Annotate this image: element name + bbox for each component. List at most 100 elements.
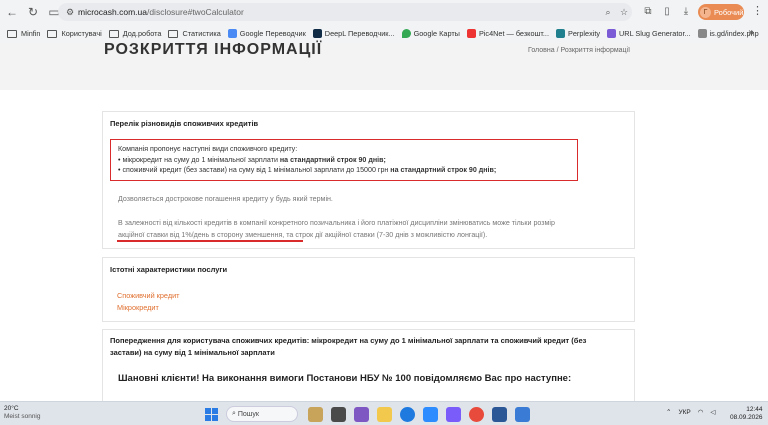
weather-widget[interactable]: 20°C Meist sonnig <box>4 405 41 421</box>
perplexity-icon <box>555 29 565 38</box>
isgd-icon <box>697 29 707 38</box>
bookmark-users[interactable]: Користувачі <box>47 29 102 38</box>
chrome-icon[interactable] <box>469 406 484 422</box>
word-icon[interactable] <box>492 406 507 422</box>
clock-time: 12:44 <box>746 406 763 413</box>
app-icon[interactable] <box>515 406 530 422</box>
credit-intro: Компанія пропонує наступні види споживчо… <box>118 145 298 153</box>
bookmark-perplexity[interactable]: Perplexity <box>555 29 601 38</box>
highlighted-credit-list: Компанія пропонує наступні види споживчо… <box>110 139 578 181</box>
clock-date: 08.09.2026 <box>730 414 763 421</box>
widget-icon[interactable] <box>308 406 323 422</box>
bookmark-url-slug[interactable]: URL Slug Generator... <box>607 29 691 38</box>
extensions-icon[interactable]: ⧉ <box>640 4 656 20</box>
browser-chrome: ← ↻ ▭ ⚙ microcash.com.ua/disclosure#twoC… <box>0 0 768 43</box>
weather-text: Meist sonnig <box>4 413 41 420</box>
profile-button[interactable]: Г Робочий <box>698 4 744 20</box>
copilot-icon[interactable] <box>354 406 369 422</box>
bookmark-label: Perplexity <box>567 29 601 38</box>
item-text: мікрокредит на суму до 1 мінімальної зар… <box>122 155 280 164</box>
file-explorer-icon[interactable] <box>377 406 392 422</box>
service-characteristics-panel: Істотні характеристики послуги <box>102 257 635 322</box>
edge-icon[interactable] <box>400 406 415 422</box>
heading-line: Попередження для користувача споживчих к… <box>110 336 587 345</box>
item-bold-text: на стандартний строк 90 днів; <box>279 155 386 164</box>
folder-icon <box>168 29 179 38</box>
url-host: microcash.com.ua <box>78 7 147 17</box>
taskbar-search[interactable]: ⌕ Пошук <box>226 406 298 422</box>
url-slug-icon <box>607 29 617 38</box>
task-view-icon[interactable] <box>331 406 346 422</box>
url-text[interactable]: microcash.com.ua/disclosure#twoCalculato… <box>78 7 600 17</box>
folder-icon <box>108 29 119 38</box>
profile-label: Робочий <box>714 7 744 17</box>
wifi-icon[interactable]: ◠ <box>698 408 704 416</box>
bookmark-google-maps[interactable]: Google Карты <box>401 29 460 38</box>
more-bookmarks-icon[interactable]: » <box>748 27 754 38</box>
taskbar: 20°C Meist sonnig ⌕ Пошук ⌃ УКР ◠ ◁ 12:4… <box>0 401 768 425</box>
warning-panel: Попередження для користувача споживчих к… <box>102 329 635 409</box>
language-indicator[interactable]: УКР <box>678 409 690 416</box>
list-item: споживчий кредит (без застави) на суму в… <box>118 165 570 176</box>
bookmark-label: URL Slug Generator... <box>619 29 691 38</box>
consumer-credit-link[interactable]: Споживчий кредит <box>117 291 180 300</box>
system-tray: ⌃ УКР ◠ ◁ <box>666 408 722 417</box>
bookmark-label: Minfin <box>21 29 41 38</box>
search-label: Пошук <box>237 410 259 418</box>
site-info-icon[interactable]: ⚙ <box>62 7 78 18</box>
breadcrumb-current: Розкриття інформації <box>560 47 631 54</box>
bookmark-deepl[interactable]: DeepL Переводчик... <box>312 29 395 38</box>
bookmark-label: Google Переводчик <box>239 29 306 38</box>
rate-text-line1: В залежності від кількості кредитів в ко… <box>118 219 555 227</box>
breadcrumb: Головна / Розкриття інформації <box>528 47 630 54</box>
pic4net-icon <box>466 29 476 38</box>
sidebar-icon[interactable]: ▯ <box>659 4 675 20</box>
microcredit-link[interactable]: Мікрокредит <box>117 303 159 312</box>
bookmark-stats[interactable]: Статистика <box>168 29 221 38</box>
refresh-icon[interactable]: ↻ <box>24 3 42 21</box>
temperature: 20°C <box>4 405 19 412</box>
bookmark-minfin[interactable]: Minfin <box>7 29 40 38</box>
maps-pin-icon <box>401 29 411 38</box>
clock[interactable]: 12:44 08.09.2026 <box>730 406 763 422</box>
bookmark-label: DeepL Переводчик... <box>324 29 395 38</box>
panel-heading: Перелік різновидів споживчих кредитів <box>110 119 259 128</box>
list-item: мікрокредит на суму до 1 мінімальної зар… <box>118 155 570 166</box>
item-bold-text: на стандартний строк 90 днів; <box>390 166 497 174</box>
page-title: РОЗКРИТТЯ ІНФОРМАЦІЇ <box>104 41 323 58</box>
bookmark-pic4net[interactable]: Pic4Net — безкошт... <box>466 29 549 38</box>
early-repayment-text: Дозволяється дострокове погашення кредит… <box>118 195 333 203</box>
search-page-icon[interactable]: ⌕ <box>600 7 616 18</box>
panel-heading: Істотні характеристики послуги <box>110 265 228 274</box>
bookmark-star-icon[interactable]: ☆ <box>616 7 632 18</box>
folder-icon <box>7 29 17 38</box>
address-bar[interactable]: ⚙ microcash.com.ua/disclosure#twoCalcula… <box>58 3 632 21</box>
bookmark-label: Статистика <box>182 29 221 38</box>
panel-heading: Попередження для користувача споживчих к… <box>110 335 586 359</box>
deepl-icon <box>312 29 322 38</box>
teams-icon[interactable] <box>446 406 461 422</box>
download-icon[interactable]: ⤓ <box>678 4 694 20</box>
back-icon[interactable]: ← <box>3 3 21 21</box>
menu-icon[interactable]: ⋮ <box>752 4 763 17</box>
store-icon[interactable] <box>423 406 438 422</box>
address-row: ← ↻ ▭ ⚙ microcash.com.ua/disclosure#twoC… <box>0 0 768 24</box>
tray-arrow-icon[interactable]: ⌃ <box>666 408 671 416</box>
folder-icon <box>47 29 58 38</box>
breadcrumb-home[interactable]: Головна <box>528 47 555 54</box>
page-header: РОЗКРИТТЯ ІНФОРМАЦІЇ Головна / Розкриття… <box>0 41 768 90</box>
item-text: споживчий кредит (без застави) на суму в… <box>122 166 391 174</box>
bookmark-label: Користувачі <box>61 29 102 38</box>
volume-icon[interactable]: ◁ <box>710 408 715 416</box>
bookmark-google-translate[interactable]: Google Переводчик <box>227 29 306 38</box>
breadcrumb-separator: / <box>556 47 559 54</box>
bookmark-label: Pic4Net — безкошт... <box>478 29 549 38</box>
bookmark-extra-work[interactable]: Дод.робота <box>108 29 161 38</box>
nbu-notice: Шановні клієнти! На виконання вимоги Пос… <box>118 373 572 384</box>
highlight-underline <box>117 240 303 242</box>
bookmark-label: Google Карты <box>413 29 460 38</box>
heading-line: застави) на суму від 1 мінімальної зарпл… <box>110 348 275 357</box>
google-translate-icon <box>227 29 237 38</box>
start-icon[interactable] <box>205 407 218 421</box>
url-path: /disclosure#twoCalculator <box>146 7 244 17</box>
